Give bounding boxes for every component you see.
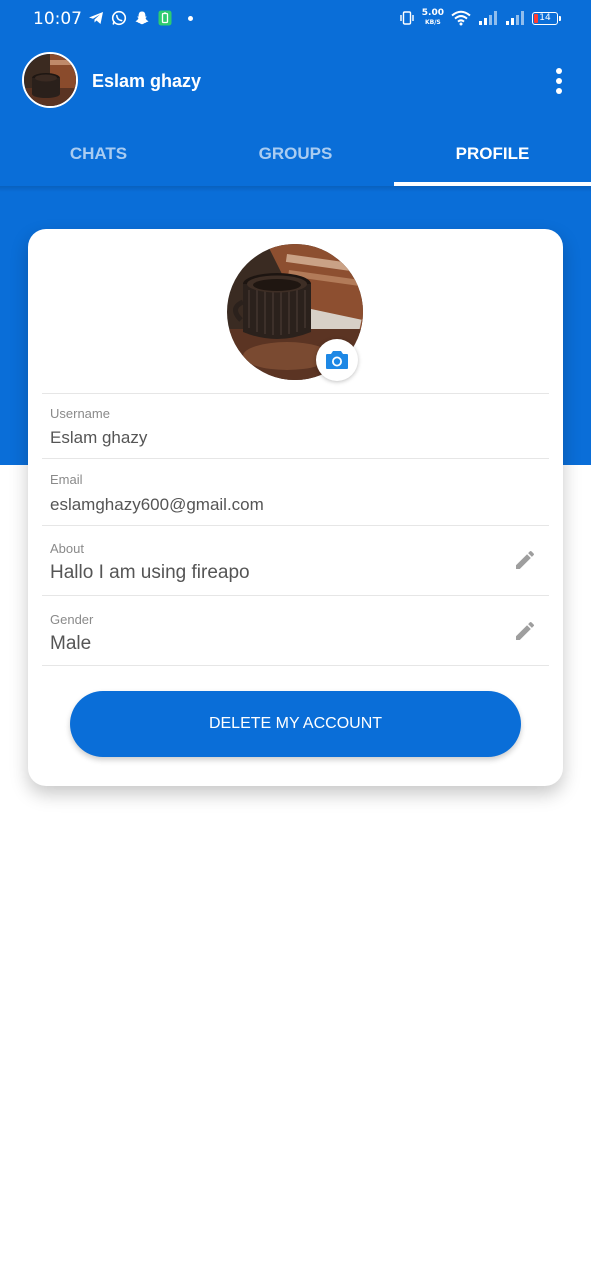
about-value: Hallo I am using fireapo [50,562,250,583]
delete-account-button[interactable]: DELETE MY ACCOUNT [70,691,521,757]
username-value: Eslam ghazy [50,428,148,447]
network-speed: 5.00 KB/S [422,9,444,27]
gender-value: Male [50,633,92,654]
speed-unit: KB/S [425,19,441,26]
app-bar: Eslam ghazy [0,38,591,124]
status-bar: 10:07 5.00 KB/S 14 [0,0,591,38]
email-label: Email [50,472,83,487]
email-field: Email eslamghazy600@gmail.com [42,458,549,525]
avatar[interactable] [22,52,78,108]
username-label: Username [50,406,110,421]
about-label: About [50,541,84,556]
camera-icon [326,351,348,369]
gender-label: Gender [50,612,94,627]
battery-icon: 14 [532,11,561,25]
edit-about-icon[interactable] [513,548,537,572]
tab-groups[interactable]: GROUPS [197,124,394,186]
snapchat-icon [135,11,149,25]
signal-icon [506,11,524,25]
profile-screen: 10:07 5.00 KB/S 14 Eslam ghazy CHATS GRO… [0,0,591,1280]
notification-dot [188,15,193,21]
tab-profile[interactable]: PROFILE [394,124,591,186]
vibrate-icon [400,11,414,25]
battery-saver-icon [158,10,172,26]
gender-field: Gender Male [42,595,549,666]
tab-bar-shadow [0,186,591,192]
wifi-icon [451,10,471,26]
tab-chats[interactable]: CHATS [0,124,197,186]
about-field: About Hallo I am using fireapo [42,525,549,595]
email-value: eslamghazy600@gmail.com [50,495,264,514]
speed-value: 5.00 [421,8,444,18]
more-vert-icon[interactable] [549,68,569,94]
app-bar-title: Eslam ghazy [92,71,202,91]
battery-level: 14 [539,13,551,23]
tab-bar: CHATS GROUPS PROFILE [0,124,591,186]
whatsapp-icon [111,10,127,26]
signal-icon [479,11,497,25]
username-field: Username Eslam ghazy [42,393,549,458]
status-time: 10:07 [33,9,82,29]
edit-gender-icon[interactable] [513,619,537,643]
change-photo-button[interactable] [316,339,358,381]
profile-card: Username Eslam ghazy Email eslamghazy600… [28,229,563,786]
telegram-icon [89,12,103,24]
